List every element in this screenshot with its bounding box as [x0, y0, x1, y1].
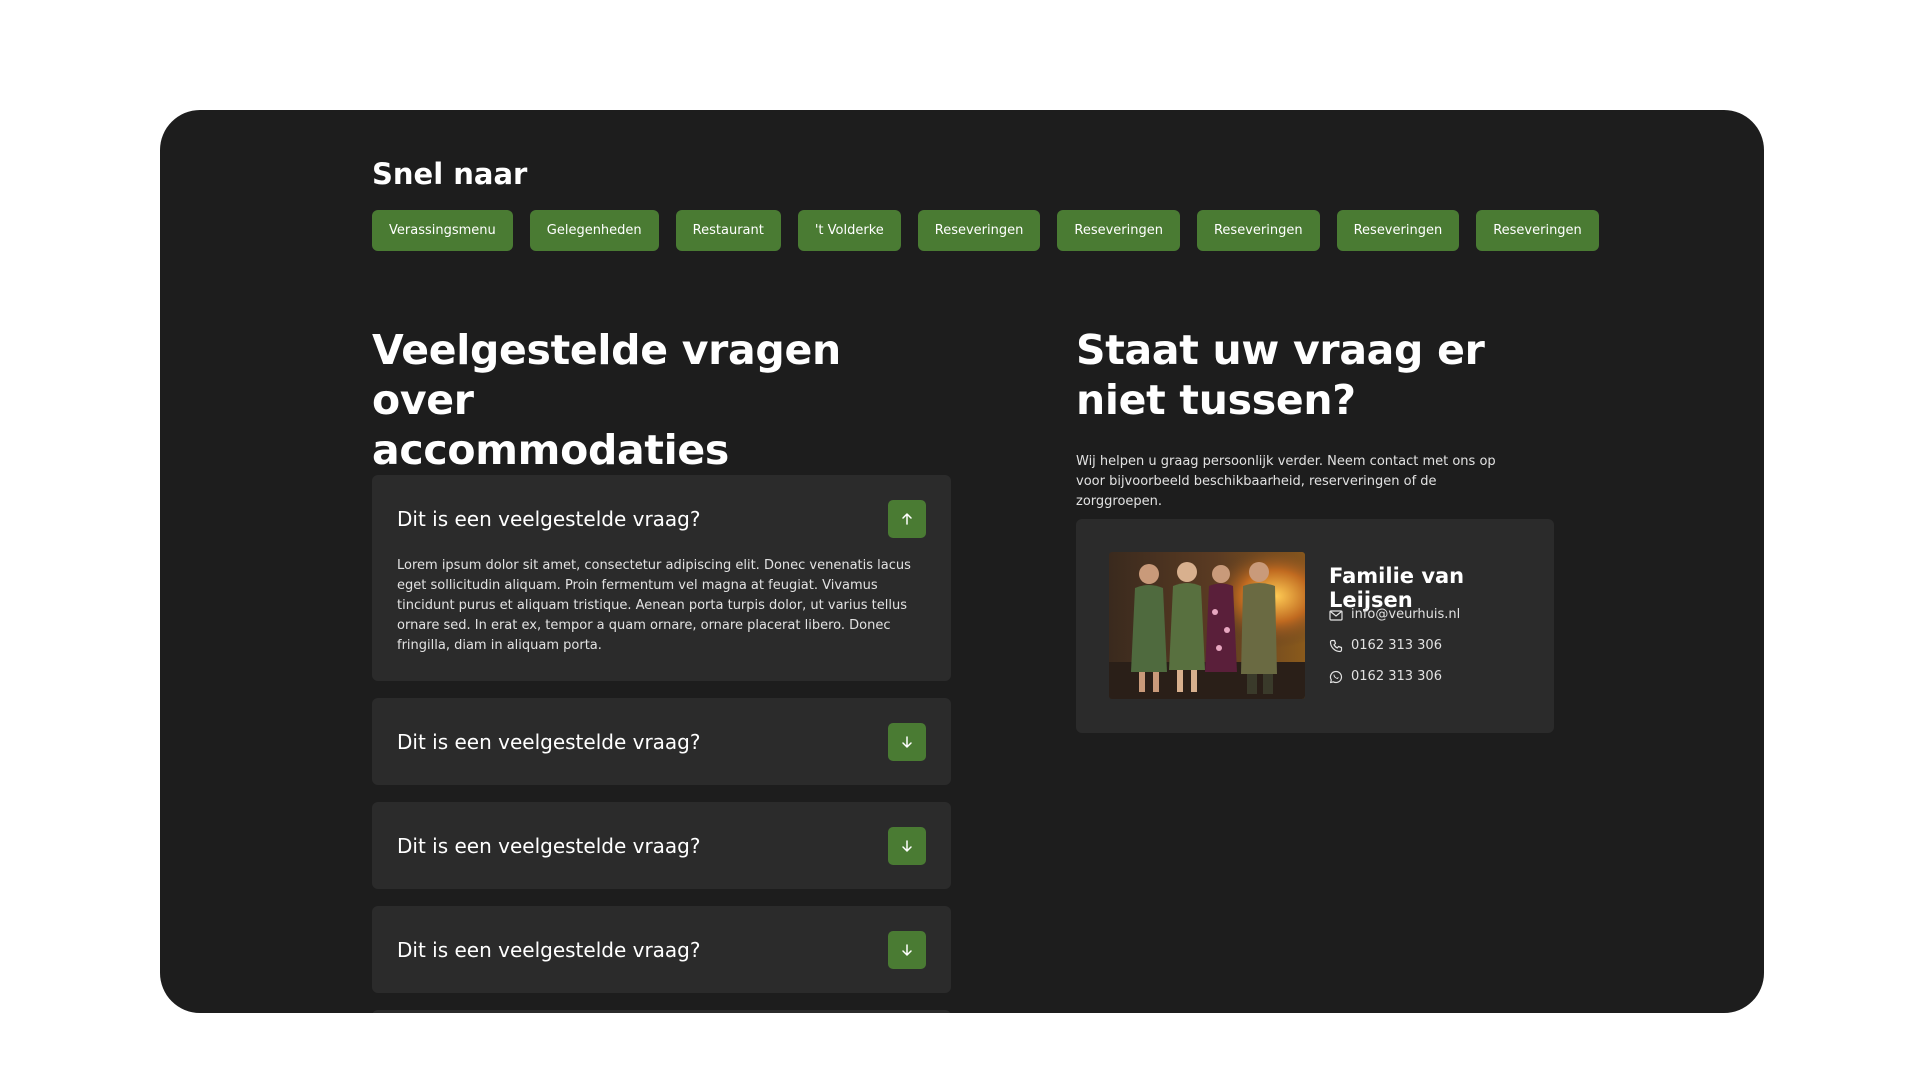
family-photo-image — [1109, 552, 1305, 699]
contact-title-line1: Staat uw vraag er — [1076, 326, 1485, 374]
quick-link-restaurant[interactable]: Restaurant — [675, 210, 781, 251]
contact-title-line2: niet tussen? — [1076, 376, 1356, 424]
arrow-down-icon — [902, 943, 912, 956]
faq-title-line2: accommodaties — [372, 426, 730, 474]
quick-link-volderke[interactable]: 't Volderke — [797, 210, 901, 251]
phone-link[interactable]: 0162 313 306 — [1329, 638, 1442, 653]
faq-question: Dit is een veelgestelde vraag? — [397, 833, 701, 858]
whatsapp-icon — [1329, 670, 1343, 683]
faq-item-header[interactable]: Dit is een veelgestelde vraag? — [397, 698, 926, 785]
phone-text: 0162 313 306 — [1351, 638, 1442, 653]
faq-question: Dit is een veelgestelde vraag? — [397, 937, 701, 962]
quick-link-gelegenheden[interactable]: Gelegenheden — [529, 210, 659, 251]
faq-title-line1: Veelgestelde vragen over — [372, 326, 841, 424]
faq-section: Veelgestelde vragen over accommodaties D… — [372, 325, 951, 1013]
quick-nav-links: Verassingsmenu Gelegenheden Restaurant '… — [372, 210, 1599, 251]
expand-toggle-button[interactable] — [888, 826, 926, 865]
faq-item-header[interactable] — [397, 1010, 926, 1013]
expand-toggle-button[interactable] — [888, 930, 926, 969]
collapse-toggle-button[interactable] — [888, 499, 926, 538]
faq-item-header[interactable]: Dit is een veelgestelde vraag? — [397, 802, 926, 889]
expand-toggle-button[interactable] — [888, 722, 926, 761]
main-panel: Snel naar Verassingsmenu Gelegenheden Re… — [160, 110, 1764, 1013]
faq-title: Veelgestelde vragen over accommodaties — [372, 325, 951, 475]
faq-item-header[interactable]: Dit is een veelgestelde vraag? — [397, 906, 926, 993]
faq-question: Dit is een veelgestelde vraag? — [397, 729, 701, 754]
arrow-down-icon — [902, 735, 912, 748]
quick-link-reseveringen-3[interactable]: Reseveringen — [1196, 210, 1320, 251]
faq-question: Dit is een veelgestelde vraag? — [397, 506, 701, 531]
quick-nav-title: Snel naar — [372, 157, 528, 191]
faq-answer: Lorem ipsum dolor sit amet, consectetur … — [397, 558, 911, 653]
faq-item: Dit is een veelgestelde vraag? — [372, 802, 951, 889]
quick-link-reseveringen-5[interactable]: Reseveringen — [1476, 210, 1599, 251]
faq-list: Dit is een veelgestelde vraag? Lorem ips… — [372, 475, 951, 1013]
quick-link-verassingsmenu[interactable]: Verassingsmenu — [372, 210, 513, 251]
email-text: info@veurhuis.nl — [1351, 607, 1461, 622]
quick-link-reseveringen-2[interactable]: Reseveringen — [1057, 210, 1180, 251]
arrow-up-icon — [902, 512, 912, 525]
faq-item: Dit is een veelgestelde vraag? Lorem ips… — [372, 475, 951, 681]
family-photo — [1109, 552, 1305, 699]
quick-link-reseveringen-4[interactable]: Reseveringen — [1336, 210, 1460, 251]
contact-description: Wij helpen u graag persoonlijk verder. N… — [1076, 454, 1496, 509]
content-container: Snel naar Verassingsmenu Gelegenheden Re… — [372, 110, 1599, 1013]
phone-icon — [1329, 639, 1343, 652]
faq-item-header[interactable]: Dit is een veelgestelde vraag? — [397, 475, 926, 562]
email-link[interactable]: info@veurhuis.nl — [1329, 607, 1460, 622]
faq-item: Dit is een veelgestelde vraag? — [372, 698, 951, 785]
contact-title: Staat uw vraag er niet tussen? — [1076, 325, 1556, 425]
mail-icon — [1329, 609, 1343, 621]
whatsapp-link[interactable]: 0162 313 306 — [1329, 669, 1442, 684]
faq-item-partial[interactable] — [372, 1010, 951, 1013]
contact-card: Familie van Leijsen info@veurhuis.nl 016… — [1076, 519, 1554, 733]
quick-link-reseveringen-1[interactable]: Reseveringen — [917, 210, 1041, 251]
whatsapp-text: 0162 313 306 — [1351, 669, 1442, 684]
faq-item: Dit is een veelgestelde vraag? — [372, 906, 951, 993]
contact-name: Familie van Leijsen — [1329, 564, 1465, 612]
contact-section: Staat uw vraag er niet tussen? Wij helpe… — [1076, 325, 1556, 733]
arrow-down-icon — [902, 839, 912, 852]
